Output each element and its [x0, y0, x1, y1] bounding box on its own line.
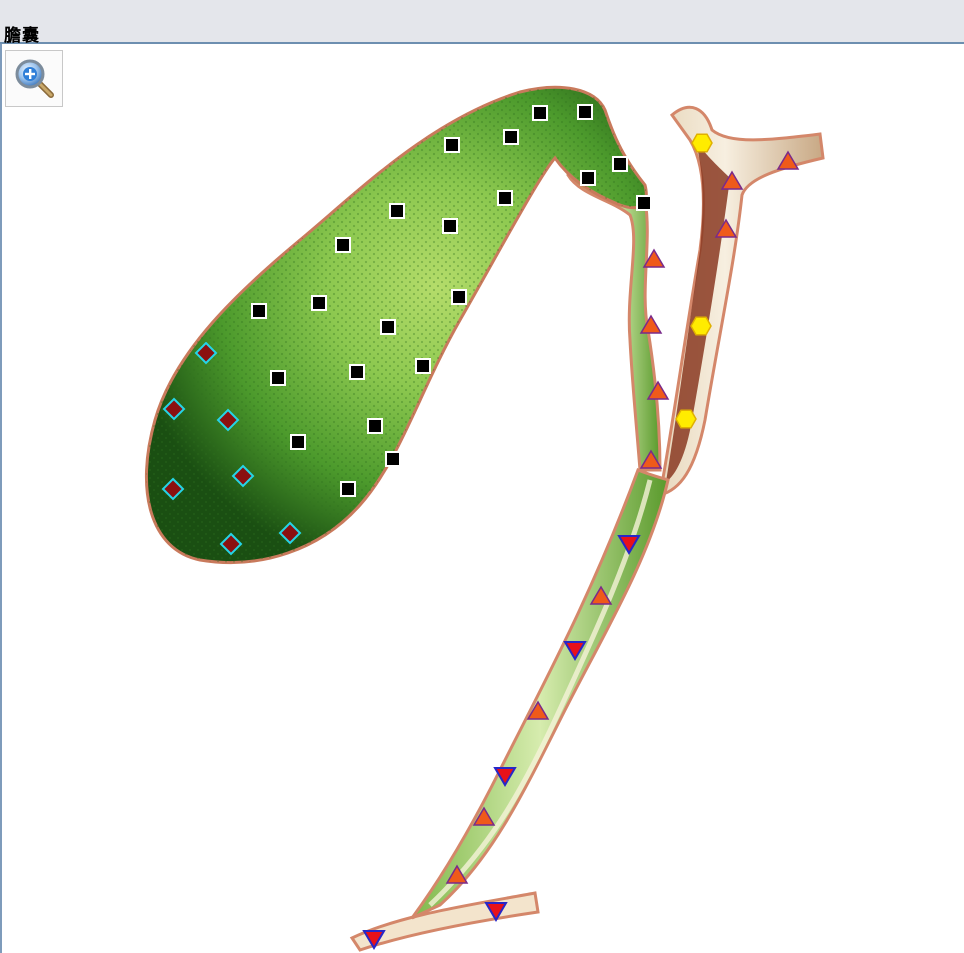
- square-marker[interactable]: [532, 105, 548, 121]
- hexagon-marker[interactable]: [691, 133, 713, 153]
- square-marker[interactable]: [311, 295, 327, 311]
- square-marker[interactable]: [444, 137, 460, 153]
- square-marker[interactable]: [335, 237, 351, 253]
- square-marker[interactable]: [251, 303, 267, 319]
- square-marker[interactable]: [290, 434, 306, 450]
- square-marker[interactable]: [577, 104, 593, 120]
- hexagon-marker[interactable]: [690, 316, 712, 336]
- square-marker[interactable]: [389, 203, 405, 219]
- square-marker[interactable]: [367, 418, 383, 434]
- anatomy-diagram: [144, 85, 825, 952]
- square-marker[interactable]: [349, 364, 365, 380]
- square-marker[interactable]: [612, 156, 628, 172]
- square-marker[interactable]: [270, 370, 286, 386]
- square-marker[interactable]: [497, 190, 513, 206]
- square-marker[interactable]: [451, 289, 467, 305]
- square-marker[interactable]: [340, 481, 356, 497]
- square-marker[interactable]: [415, 358, 431, 374]
- square-marker[interactable]: [380, 319, 396, 335]
- square-marker[interactable]: [442, 218, 458, 234]
- square-marker[interactable]: [385, 451, 401, 467]
- square-marker[interactable]: [636, 195, 652, 211]
- square-marker[interactable]: [580, 170, 596, 186]
- hexagon-marker[interactable]: [675, 409, 697, 429]
- square-marker[interactable]: [503, 129, 519, 145]
